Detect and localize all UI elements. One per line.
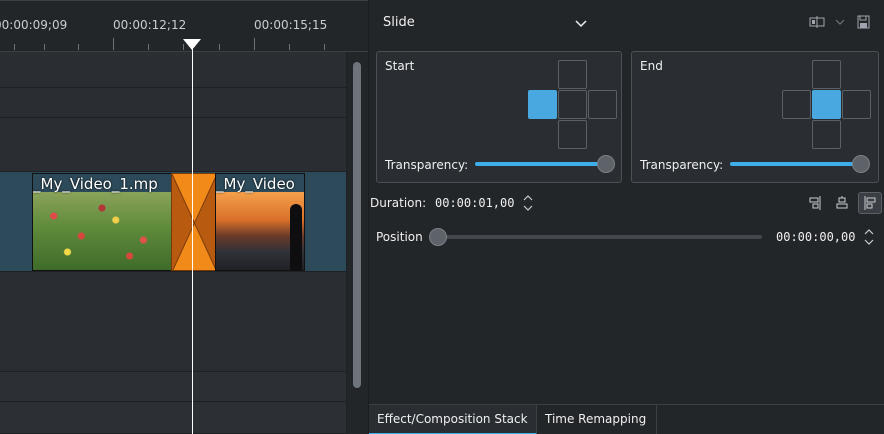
group-title: End (640, 59, 663, 73)
ruler-timecode: 00:00:15;15 (254, 18, 328, 32)
transparency-slider-handle[interactable] (852, 155, 870, 173)
save-preset-icon[interactable] (857, 15, 870, 29)
spin-arrows-icon[interactable] (863, 228, 875, 246)
position-cell-center[interactable] (812, 90, 841, 119)
timeline-track[interactable] (0, 118, 346, 172)
position-cell-center[interactable] (558, 90, 587, 119)
position-slider-track[interactable] (435, 235, 762, 239)
position-label: Position (376, 230, 423, 244)
duration-field[interactable]: 00:00:01,00 (435, 196, 514, 210)
align-right-button[interactable] (803, 192, 827, 214)
composition-select-value: Slide (383, 15, 415, 30)
ruler-tick (219, 44, 220, 50)
ruler-tick (78, 44, 79, 50)
ruler-tick (324, 44, 325, 50)
vertical-scrollbar[interactable] (353, 62, 361, 388)
timeline-track[interactable] (0, 372, 346, 402)
video-clip[interactable]: _My_Video_1.mp (32, 173, 172, 271)
timeline-track[interactable] (0, 58, 346, 88)
ruler-tick (148, 44, 149, 50)
transparency-slider-track[interactable] (730, 162, 864, 166)
transition-icon (172, 174, 215, 270)
group-title: Start (385, 59, 415, 73)
position-cell-top[interactable] (812, 60, 841, 89)
bottom-tab-bar: Effect/Composition Stack Time Remapping (369, 404, 884, 434)
ruler-border (0, 0, 368, 1)
ruler-tick (254, 38, 255, 50)
align-center-button[interactable] (830, 192, 854, 214)
timeline: 00:00:09;09 00:00:12;12 00:00:15;15 _My_… (0, 0, 368, 434)
clip-label: _My_Video_1.mp (33, 175, 158, 193)
position-slider-handle[interactable] (429, 228, 447, 246)
tab-effect-composition-stack[interactable]: Effect/Composition Stack (369, 405, 537, 434)
clip-thumbnail-silhouette (290, 204, 302, 270)
timeline-track[interactable] (0, 272, 346, 372)
transparency-label: Transparency: (640, 158, 724, 172)
ruler-tick (14, 44, 15, 50)
chevron-down-icon (575, 20, 587, 28)
align-center-icon (836, 196, 848, 209)
tab-time-remapping[interactable]: Time Remapping (537, 405, 657, 434)
start-position-group: Start Transparency: (376, 51, 622, 183)
duration-label: Duration: (370, 196, 427, 210)
clip-label: _My_Video (216, 175, 295, 193)
ruler-tick (44, 44, 45, 50)
position-cell-left[interactable] (528, 90, 557, 119)
transparency-slider-handle[interactable] (597, 155, 615, 173)
composition-properties-panel: Slide Start Transparency: End Transparen… (368, 0, 884, 434)
position-field[interactable]: 00:00:00,00 (776, 230, 855, 244)
align-right-icon (809, 196, 821, 210)
align-left-button[interactable] (858, 192, 882, 214)
timeline-track[interactable] (0, 88, 346, 118)
position-cell-bottom[interactable] (558, 120, 587, 149)
position-cell-top[interactable] (558, 60, 587, 89)
playhead-marker[interactable] (183, 39, 201, 50)
split-compare-icon[interactable] (809, 16, 825, 28)
clip-thumbnail (33, 192, 171, 270)
chevron-down-icon[interactable] (835, 19, 845, 26)
ruler-timecode: 00:00:09;09 (0, 18, 68, 32)
video-clip[interactable]: _My_Video (215, 173, 305, 271)
playhead-line[interactable] (192, 44, 193, 434)
position-cell-right[interactable] (842, 90, 871, 119)
ruler-tick (289, 44, 290, 50)
composition-select[interactable]: Slide (383, 14, 587, 34)
timeline-track[interactable] (0, 402, 346, 434)
position-cell-left[interactable] (782, 90, 811, 119)
transparency-label: Transparency: (385, 158, 469, 172)
transparency-slider-track[interactable] (475, 162, 609, 166)
position-cell-right[interactable] (588, 90, 617, 119)
slide-transition[interactable] (171, 173, 216, 271)
align-left-icon (864, 196, 876, 210)
position-cell-bottom[interactable] (812, 120, 841, 149)
end-position-group: End Transparency: (631, 51, 879, 183)
ruler-timecode: 00:00:12;12 (113, 18, 187, 32)
spin-arrows-icon[interactable] (522, 194, 534, 212)
ruler-tick (113, 38, 114, 50)
